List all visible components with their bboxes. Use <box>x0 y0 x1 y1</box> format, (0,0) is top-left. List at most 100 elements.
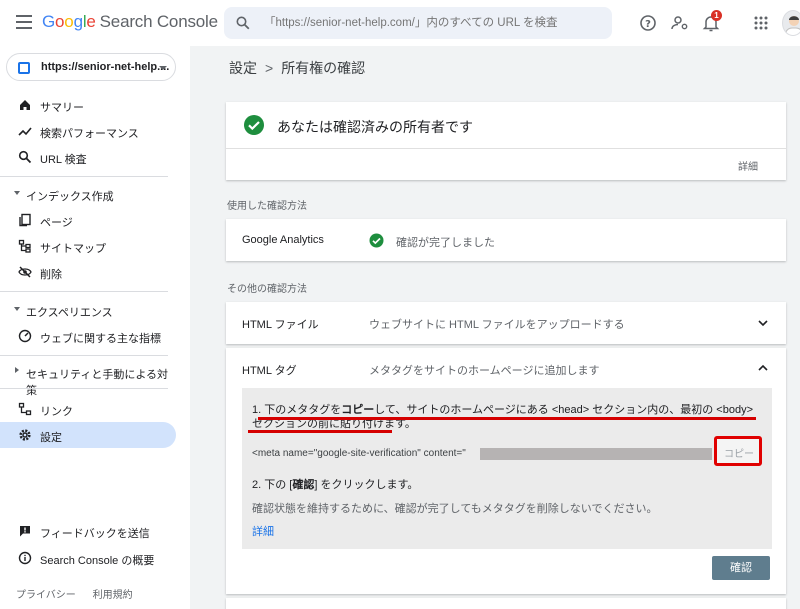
section-label: エクスペリエンス <box>26 307 113 319</box>
sidebar-divider <box>0 388 168 389</box>
redacted-content <box>480 448 712 460</box>
red-underline <box>248 430 392 433</box>
sidebar-section-security[interactable]: セキュリティと手動による対策 <box>0 360 176 397</box>
sidebar-item-label: サマリー <box>40 102 84 114</box>
manage-users-icon[interactable] <box>670 13 690 33</box>
owner-status-card: あなたは確認済みの所有者です 詳細 <box>226 102 786 180</box>
google-analytics-row: Google Analytics 確認が完了しました <box>226 219 786 261</box>
search-console-logo[interactable]: Google Search Console <box>42 12 218 32</box>
sidebar-item-label: サイトマップ <box>40 243 106 255</box>
sidebar-item-url-inspection[interactable]: URL 検査 <box>0 144 176 170</box>
method-name: Google Analytics <box>242 234 324 246</box>
html-file-method[interactable]: HTML ファイル ウェブサイトに HTML ファイルをアップロードする <box>226 302 786 344</box>
logo-letter: G <box>42 12 56 31</box>
sidebar-divider <box>0 176 168 177</box>
terms-link[interactable]: 利用規約 <box>93 590 133 601</box>
chevron-up-icon[interactable] <box>758 363 768 373</box>
sidebar-item-label: リンク <box>40 406 73 418</box>
apps-grid-icon[interactable] <box>751 13 771 33</box>
sidebar-item-label: ページ <box>40 217 73 229</box>
owner-status-title: あなたは確認済みの所有者です <box>277 119 473 135</box>
next-method-card <box>226 598 786 609</box>
avatar-icon <box>785 16 800 35</box>
sidebar-item-label: 削除 <box>40 269 62 281</box>
section-label: セキュリティと手動による対策 <box>26 369 169 397</box>
details-button[interactable]: 詳細 <box>738 158 758 173</box>
eye-off-icon <box>18 266 32 278</box>
check-circle-icon <box>244 115 264 135</box>
sidebar-item-performance[interactable]: 検索パフォーマンス <box>0 118 176 144</box>
sidebar-divider <box>0 355 168 356</box>
meta-tag-snippet[interactable]: <meta name="google-site-verification" co… <box>252 448 466 459</box>
sidebar: https://senior-net-help.... サマリー 検索パフォーマ… <box>0 46 190 609</box>
svg-text:?: ? <box>645 19 651 30</box>
logo-letter: e <box>86 12 96 31</box>
breadcrumb: 設定 > 所有権の確認 <box>229 58 365 78</box>
home-icon <box>20 100 30 110</box>
sidebar-item-settings[interactable]: 設定 <box>0 422 176 448</box>
privacy-link[interactable]: プライバシー <box>16 590 76 601</box>
url-inspection-search[interactable] <box>224 7 612 39</box>
copy-label: コピー <box>724 449 754 460</box>
account-avatar[interactable] <box>782 10 800 36</box>
logo-letter: o <box>64 12 74 31</box>
chevron-right-icon: > <box>265 60 274 76</box>
info-icon <box>18 551 32 565</box>
menu-icon[interactable] <box>16 15 32 29</box>
sidebar-item-feedback[interactable]: フィードバックを送信 <box>0 518 176 544</box>
keep-meta-note: 確認状態を維持するために、確認が完了してもメタタグを削除しないでください。 <box>252 503 658 515</box>
method-name: HTML タグ <box>242 365 297 377</box>
gauge-icon <box>18 329 32 343</box>
property-url: https://senior-net-help.... <box>41 61 170 73</box>
sidebar-item-label: Search Console の概要 <box>40 555 155 567</box>
triangle-down-icon <box>14 307 20 311</box>
sidebar-section-experience[interactable]: エクスペリエンス <box>0 298 176 322</box>
details-link[interactable]: 詳細 <box>252 523 274 539</box>
sidebar-item-about[interactable]: Search Console の概要 <box>0 545 176 571</box>
breadcrumb-settings[interactable]: 設定 <box>229 60 257 76</box>
sidebar-item-links[interactable]: リンク <box>0 396 176 422</box>
step-2-prefix: 2. 下の [ <box>252 479 293 491</box>
step-2-text: 2. 下の [確認] をクリックします。 <box>252 476 418 492</box>
method-desc: メタタグをサイトのホームページに追加します <box>369 365 600 377</box>
sidebar-item-core-web-vitals[interactable]: ウェブに関する主な指標 <box>0 323 176 349</box>
chevron-down-icon[interactable] <box>758 318 768 328</box>
sidebar-item-label: ウェブに関する主な指標 <box>40 333 161 345</box>
sidebar-item-label: URL 検査 <box>40 154 87 166</box>
triangle-down-icon <box>14 191 20 195</box>
step-1-bold: コピー <box>341 404 375 416</box>
search-icon <box>18 150 32 164</box>
sidebar-item-sitemaps[interactable]: サイトマップ <box>0 233 176 259</box>
links-icon <box>18 402 32 416</box>
sidebar-section-indexing[interactable]: インデックス作成 <box>0 182 176 206</box>
notification-badge: 1 <box>711 10 722 21</box>
triangle-right-icon <box>15 367 19 373</box>
logo-letter: g <box>73 12 83 31</box>
chevron-down-icon <box>159 66 167 70</box>
method-desc: ウェブサイトに HTML ファイルをアップロードする <box>369 319 625 331</box>
property-selector[interactable]: https://senior-net-help.... <box>6 53 176 81</box>
search-icon <box>236 16 250 30</box>
settings-icon <box>19 429 31 441</box>
sidebar-item-label: 検索パフォーマンス <box>40 128 139 140</box>
other-methods-label: その他の確認方法 <box>227 284 307 295</box>
top-app-bar: GoogleSearch Console ? 1 <box>0 0 800 46</box>
html-tag-method: HTML タグ メタタグをサイトのホームページに追加します 1. 下のメタタグを… <box>226 348 786 594</box>
sidebar-item-pages[interactable]: ページ <box>0 207 176 233</box>
step-2-bold: 確認 <box>292 479 315 491</box>
sidebar-item-summary[interactable]: サマリー <box>0 92 176 118</box>
sidebar-item-label: フィードバックを送信 <box>40 528 150 540</box>
verify-button[interactable]: 確認 <box>712 556 770 580</box>
copy-button[interactable]: コピー <box>714 436 762 466</box>
section-label: インデックス作成 <box>26 191 114 203</box>
used-method-label: 使用した確認方法 <box>227 201 307 212</box>
step-1-prefix: 1. 下のメタタグを <box>252 404 342 416</box>
sitemap-icon <box>18 239 31 253</box>
help-icon[interactable]: ? <box>638 13 658 33</box>
search-input[interactable] <box>264 13 604 33</box>
sidebar-item-removals[interactable]: 削除 <box>0 259 176 285</box>
instructions-panel: 1. 下のメタタグをコピーして、サイトのホームページにある <head> セクシ… <box>242 388 772 549</box>
card-divider <box>226 148 786 149</box>
app-name: Search Console <box>99 12 218 31</box>
footer-links: プライバシー 利用規約 <box>16 586 147 601</box>
